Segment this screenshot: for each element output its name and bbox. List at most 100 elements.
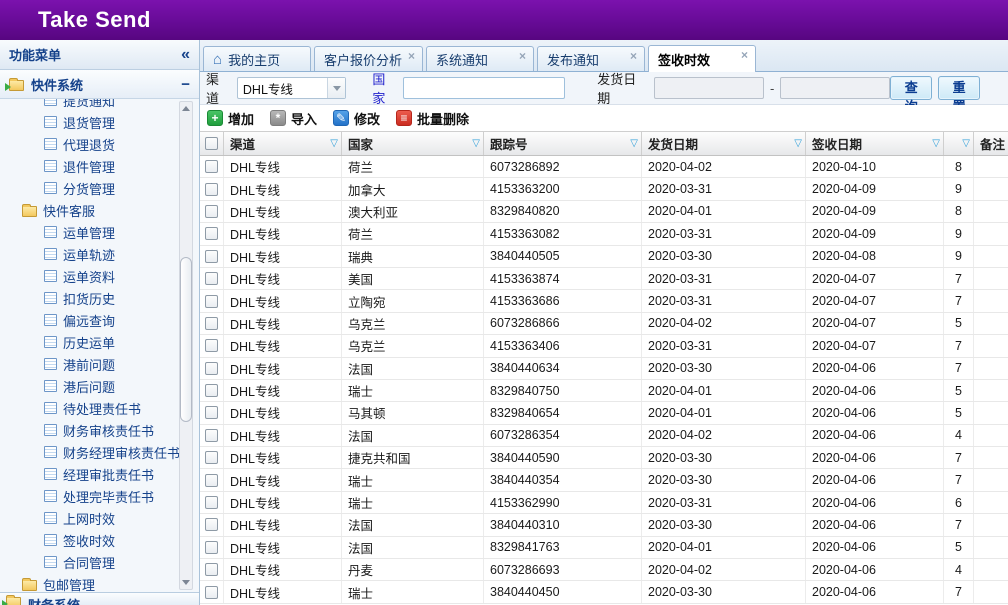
collapse-sidebar-icon[interactable]: « [181,47,190,63]
scroll-down-button[interactable] [180,576,192,589]
sidebar-item[interactable]: 运单资料 [0,265,199,287]
sidebar-item[interactable]: 偏远查询 [0,309,199,331]
table-row[interactable]: DHL专线 荷兰 6073286892 2020-04-02 2020-04-1… [200,156,1008,178]
filter-triangle-icon[interactable]: ▽ [630,139,638,149]
sidebar-item[interactable]: 财务经理审核责任书 [0,441,199,463]
row-checkbox[interactable] [205,586,218,599]
table-row[interactable]: DHL专线 法国 8329841763 2020-04-01 2020-04-0… [200,537,1008,559]
table-row[interactable]: DHL专线 瑞士 3840440450 2020-03-30 2020-04-0… [200,581,1008,603]
sidebar-section-finance[interactable]: 财务系统 [0,592,199,605]
tab[interactable]: 签收时效 × [648,45,756,72]
date-from-input[interactable] [654,77,764,99]
sidebar-item[interactable]: 分货管理 [0,177,199,199]
close-icon[interactable]: × [408,50,415,62]
edit-button[interactable]: ✎ 修改 [333,109,380,128]
column-header[interactable]: ▽ [944,132,974,155]
row-checkbox[interactable] [205,474,218,487]
sidebar-item[interactable]: 退货管理 [0,111,199,133]
filter-triangle-icon[interactable]: ▽ [794,139,802,149]
filter-triangle-icon[interactable]: ▽ [962,139,970,149]
row-checkbox[interactable] [205,362,218,375]
search-button[interactable]: 查询 [890,76,932,100]
select-all-checkbox[interactable] [205,137,218,150]
channel-select[interactable]: DHL专线 [237,77,346,99]
row-checkbox[interactable] [205,496,218,509]
scrollbar-thumb[interactable] [180,257,192,422]
batch-delete-button[interactable]: ≡ 批量删除 [396,109,469,128]
tab[interactable]: 系统通知 × [426,46,534,71]
sidebar-item[interactable]: 提货通知 [0,99,199,111]
sidebar-item[interactable]: 签收时效 [0,529,199,551]
sidebar-item[interactable]: 运单轨迹 [0,243,199,265]
table-row[interactable]: DHL专线 捷克共和国 3840440590 2020-03-30 2020-0… [200,447,1008,469]
table-row[interactable]: DHL专线 法国 6073286354 2020-04-02 2020-04-0… [200,425,1008,447]
reset-button[interactable]: 重置 [938,76,980,100]
sidebar-item[interactable]: 财务审核责任书 [0,419,199,441]
sidebar-scrollbar[interactable] [179,101,193,590]
table-row[interactable]: DHL专线 瑞士 3840440354 2020-03-30 2020-04-0… [200,469,1008,491]
row-checkbox[interactable] [205,295,218,308]
table-row[interactable]: DHL专线 加拿大 4153363200 2020-03-31 2020-04-… [200,178,1008,200]
row-checkbox[interactable] [205,227,218,240]
collapse-section-icon[interactable]: − [181,77,190,92]
table-row[interactable]: DHL专线 瑞典 3840440505 2020-03-30 2020-04-0… [200,246,1008,268]
tab[interactable]: 客户报价分析 × [314,46,423,71]
table-row[interactable]: DHL专线 荷兰 4153363082 2020-03-31 2020-04-0… [200,223,1008,245]
column-header[interactable]: 签收日期 ▽ [806,132,944,155]
row-checkbox[interactable] [205,339,218,352]
sidebar-item[interactable]: 历史运单 [0,331,199,353]
sidebar-item[interactable]: 快件客服 [0,199,199,221]
row-checkbox[interactable] [205,451,218,464]
close-icon[interactable]: × [630,50,637,62]
filter-triangle-icon[interactable]: ▽ [330,139,338,149]
date-to-input[interactable] [780,77,890,99]
table-row[interactable]: DHL专线 美国 4153363874 2020-03-31 2020-04-0… [200,268,1008,290]
sidebar-item[interactable]: 上网时效 [0,507,199,529]
table-row[interactable]: DHL专线 乌克兰 6073286866 2020-04-02 2020-04-… [200,313,1008,335]
row-checkbox[interactable] [205,317,218,330]
column-header[interactable]: 发货日期 ▽ [642,132,806,155]
table-row[interactable]: DHL专线 法国 3840440310 2020-03-30 2020-04-0… [200,514,1008,536]
table-row[interactable]: DHL专线 乌克兰 4153363406 2020-03-31 2020-04-… [200,335,1008,357]
row-checkbox[interactable] [205,160,218,173]
table-row[interactable]: DHL专线 法国 3840440634 2020-03-30 2020-04-0… [200,358,1008,380]
table-row[interactable]: DHL专线 丹麦 6073286693 2020-04-02 2020-04-0… [200,559,1008,581]
country-input[interactable] [403,77,565,99]
close-icon[interactable]: × [741,49,748,61]
table-row[interactable]: DHL专线 立陶宛 4153363686 2020-03-31 2020-04-… [200,290,1008,312]
column-header[interactable]: 跟踪号 ▽ [484,132,642,155]
sidebar-item[interactable]: 扣货历史 [0,287,199,309]
row-checkbox[interactable] [205,384,218,397]
tab[interactable]: 发布通知 × [537,46,645,71]
sidebar-item[interactable]: 运单管理 [0,221,199,243]
row-checkbox[interactable] [205,272,218,285]
table-row[interactable]: DHL专线 瑞士 8329840750 2020-04-01 2020-04-0… [200,380,1008,402]
row-checkbox[interactable] [205,541,218,554]
row-checkbox[interactable] [205,518,218,531]
sidebar-section-express[interactable]: 快件系统 − [0,70,199,99]
filter-triangle-icon[interactable]: ▽ [472,139,480,149]
row-checkbox[interactable] [205,406,218,419]
table-row[interactable]: DHL专线 瑞士 4153362990 2020-03-31 2020-04-0… [200,492,1008,514]
column-header[interactable]: 备注 [974,132,1008,155]
column-header[interactable]: 国家 ▽ [342,132,484,155]
sidebar-item[interactable]: 包邮管理 [0,573,199,592]
sidebar-item[interactable]: 经理审批责任书 [0,463,199,485]
filter-triangle-icon[interactable]: ▽ [932,139,940,149]
sidebar-item[interactable]: 处理完毕责任书 [0,485,199,507]
sidebar-item[interactable]: 待处理责任书 [0,397,199,419]
add-button[interactable]: + 增加 [207,109,254,128]
sidebar-item[interactable]: 代理退货 [0,133,199,155]
row-checkbox[interactable] [205,429,218,442]
sidebar-item[interactable]: 合同管理 [0,551,199,573]
row-checkbox[interactable] [205,183,218,196]
row-checkbox[interactable] [205,563,218,576]
column-header[interactable]: 渠道 ▽ [224,132,342,155]
table-row[interactable]: DHL专线 马其顿 8329840654 2020-04-01 2020-04-… [200,402,1008,424]
table-row[interactable]: DHL专线 澳大利亚 8329840820 2020-04-01 2020-04… [200,201,1008,223]
tab[interactable]: ⌂ 我的主页 [203,46,311,71]
close-icon[interactable]: × [519,50,526,62]
import-button[interactable]: * 导入 [270,109,317,128]
sidebar-item[interactable]: 退件管理 [0,155,199,177]
scroll-up-button[interactable] [180,102,192,115]
